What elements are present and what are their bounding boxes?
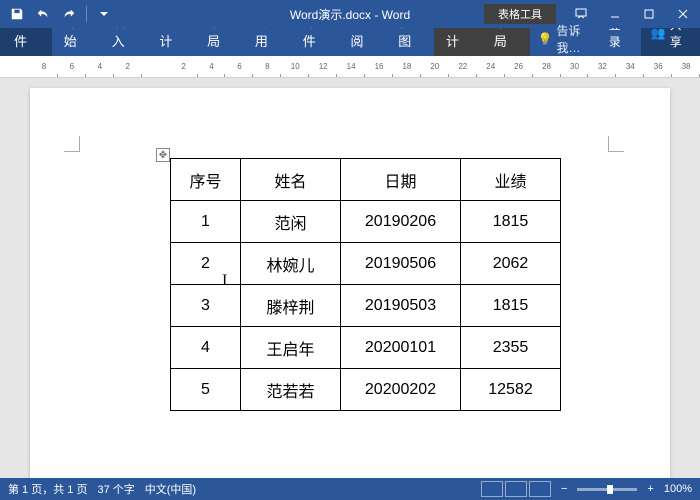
table-row: 1范闲201902061815 — [171, 201, 561, 243]
status-word-count[interactable]: 37 个字 — [97, 481, 134, 497]
maximize-button[interactable] — [632, 0, 666, 28]
table-row: 4王启年202001012355 — [171, 327, 561, 369]
margin-corner-tl — [64, 136, 80, 152]
zoom-in-button[interactable]: + — [647, 483, 653, 495]
table-header-cell[interactable]: 日期 — [341, 159, 461, 201]
qat-customize-button[interactable] — [93, 3, 115, 25]
table-header-cell[interactable]: 业绩 — [461, 159, 561, 201]
save-button[interactable] — [6, 3, 28, 25]
quick-access-toolbar — [0, 3, 121, 25]
status-page[interactable]: 第 1 页，共 1 页 — [8, 481, 87, 497]
lightbulb-icon: 💡 — [538, 32, 553, 46]
undo-button[interactable] — [32, 3, 54, 25]
close-button[interactable] — [666, 0, 700, 28]
ribbon-tabs: 文件 开始 插入 设计 布局 引用 邮件 审阅 视图 设计 布局 💡告诉我… 登… — [0, 28, 700, 56]
view-read-mode[interactable] — [481, 481, 503, 497]
table-header-cell[interactable]: 姓名 — [241, 159, 341, 201]
table-row: 5范若若2020020212582 — [171, 369, 561, 411]
view-web-layout[interactable] — [529, 481, 551, 497]
zoom-out-button[interactable]: − — [561, 483, 567, 495]
tell-me-search[interactable]: 💡告诉我… — [538, 22, 599, 56]
status-bar: 第 1 页，共 1 页 37 个字 中文(中国) − + 100% — [0, 478, 700, 500]
table-row: 2林婉儿201905062062 — [171, 243, 561, 285]
view-print-layout[interactable] — [505, 481, 527, 497]
page[interactable]: ✥ 序号 姓名 日期 业绩 1范闲201902061815 2林婉儿201905… — [30, 88, 670, 478]
status-language[interactable]: 中文(中国) — [145, 481, 196, 497]
zoom-level[interactable]: 100% — [664, 483, 692, 495]
margin-corner-tr — [608, 136, 624, 152]
document-area[interactable]: ✥ 序号 姓名 日期 业绩 1范闲201902061815 2林婉儿201905… — [0, 78, 700, 478]
contextual-tab-label: 表格工具 — [484, 4, 556, 24]
table-row: 序号 姓名 日期 业绩 — [171, 159, 561, 201]
redo-button[interactable] — [58, 3, 80, 25]
document-table[interactable]: 序号 姓名 日期 业绩 1范闲201902061815 2林婉儿20190506… — [170, 158, 561, 411]
horizontal-ruler[interactable]: 86422468101214161820222426283032343638 — [0, 56, 700, 78]
table-header-cell[interactable]: 序号 — [171, 159, 241, 201]
zoom-slider[interactable] — [577, 488, 637, 491]
view-buttons — [481, 481, 551, 497]
text-cursor-icon: I — [222, 272, 227, 290]
table-move-handle[interactable]: ✥ — [156, 148, 170, 162]
document-title: Word演示.docx - Word — [290, 6, 410, 23]
table-row: 3滕梓荆201905031815 — [171, 285, 561, 327]
share-icon: 👥 — [651, 26, 666, 40]
minimize-button[interactable] — [598, 0, 632, 28]
